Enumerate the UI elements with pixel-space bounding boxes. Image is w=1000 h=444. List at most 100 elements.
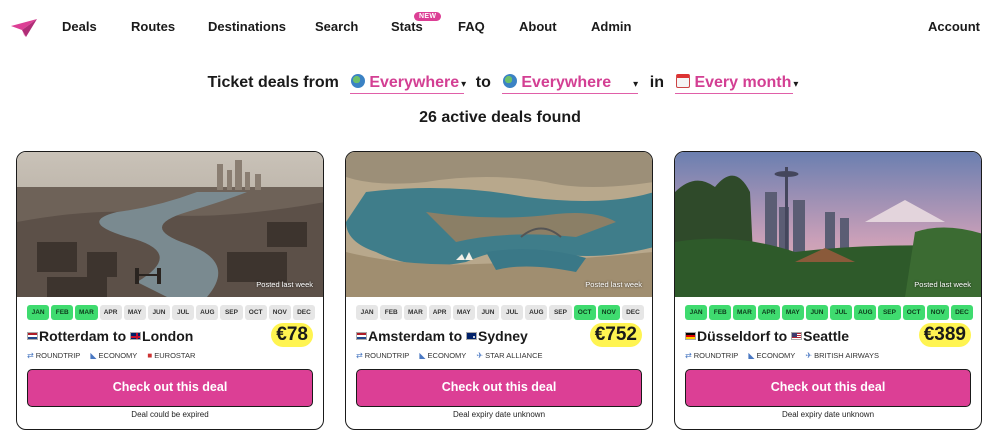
tag-roundtrip: ⇄ ROUNDTRIP <box>356 351 410 360</box>
filter-to-label: to <box>475 74 491 91</box>
deal-tags: ⇄ ROUNDTRIP ◣ ECONOMY ✈ STAR ALLIANCE <box>356 351 551 360</box>
month-chip-mar: MAR <box>733 305 756 320</box>
posted-label: Posted last week <box>914 280 971 289</box>
month-chip-feb: FEB <box>380 305 403 320</box>
month-chip-oct: OCT <box>573 305 596 320</box>
tag-class: ◣ ECONOMY <box>748 351 796 360</box>
month-chip-apr: APR <box>428 305 451 320</box>
nav-faq[interactable]: FAQ <box>458 19 485 34</box>
deal-filter: Ticket deals from Everywhere ▾ to Everywh… <box>0 74 1000 94</box>
month-chip-aug: AUG <box>525 305 548 320</box>
nav-about[interactable]: About <box>519 19 557 34</box>
route-title[interactable]: Düsseldorf to Seattle <box>685 328 849 344</box>
check-deal-button[interactable]: Check out this deal <box>685 369 971 407</box>
expiry-note: Deal expiry date unknown <box>781 410 875 419</box>
flag-netherlands-icon <box>27 332 38 340</box>
chevron-down-icon: ▾ <box>461 79 467 90</box>
calendar-icon <box>676 74 691 88</box>
month-chip-jun: JUN <box>476 305 500 320</box>
posted-label: Posted last week <box>256 280 313 289</box>
destination-photo-seattle: Posted last week <box>675 152 981 297</box>
tag-carrier: ■ EUROSTAR <box>147 351 196 360</box>
price-tag: €752 <box>589 323 642 347</box>
month-value: Every month <box>694 74 792 91</box>
month-chip-sep: SEP <box>878 305 901 320</box>
paper-plane-logo-icon[interactable] <box>10 18 38 38</box>
month-availability: JAN FEB MAR APR MAY JUN JUL AUG SEP OCT NOV DEC <box>356 305 645 320</box>
nav-routes[interactable]: Routes <box>131 19 175 34</box>
from-city: Düsseldorf <box>697 328 771 344</box>
month-chip-feb: FEB <box>51 305 74 320</box>
nav-deals[interactable]: Deals <box>62 19 97 34</box>
month-chip-mar: MAR <box>75 305 98 320</box>
train-icon: ■ <box>147 351 153 360</box>
globe-icon <box>351 74 366 88</box>
month-chip-dec: DEC <box>292 305 316 320</box>
roundtrip-icon: ⇄ <box>27 351 34 360</box>
flag-germany-icon <box>685 332 696 340</box>
route-title[interactable]: Rotterdam to London <box>27 328 193 344</box>
month-chip-jun: JUN <box>147 305 171 320</box>
expiry-note: Deal expiry date unknown <box>452 410 546 419</box>
tag-class: ◣ ECONOMY <box>419 351 467 360</box>
filter-prefix: Ticket deals from <box>207 74 339 91</box>
month-chip-sep: SEP <box>220 305 243 320</box>
results-count: 26 active deals found <box>419 109 581 126</box>
month-chip-nov: NOV <box>926 305 949 320</box>
month-chip-may: MAY <box>123 305 146 320</box>
nav-destinations[interactable]: Destinations <box>208 19 286 34</box>
deal-card[interactable]: Posted last week JAN FEB MAR APR MAY JUN JUL AU… <box>674 151 982 430</box>
month-chip-nov: NOV <box>268 305 291 320</box>
tag-carrier: ✈ BRITISH AIRWAYS <box>805 351 879 360</box>
plane-icon: ✈ <box>805 351 813 360</box>
route-to-word: to <box>112 328 127 344</box>
roundtrip-icon: ⇄ <box>685 351 692 360</box>
roundtrip-icon: ⇄ <box>356 351 363 360</box>
posted-label: Posted last week <box>585 280 642 289</box>
month-availability: JAN FEB MAR APR MAY JUN JUL AUG SEP OCT NOV DEC <box>27 305 316 320</box>
price-tag: €389 <box>918 323 971 347</box>
nav-stats[interactable]: Stats <box>391 19 423 34</box>
month-chip-sep: SEP <box>549 305 572 320</box>
from-dropdown[interactable]: Everywhere ▾ <box>350 74 467 94</box>
deal-card[interactable]: Posted last week JAN FEB MAR APR MAY JUN JUL AU… <box>345 151 653 430</box>
nav-admin[interactable]: Admin <box>591 19 631 34</box>
to-dropdown[interactable]: Everywhere ▾ <box>502 74 639 94</box>
nav-account[interactable]: Account <box>928 19 980 34</box>
month-chip-jan: JAN <box>356 305 379 320</box>
tag-carrier: ✈ STAR ALLIANCE <box>476 351 543 360</box>
month-dropdown[interactable]: Every month ▾ <box>675 74 798 94</box>
to-city: London <box>142 328 194 344</box>
deal-card[interactable]: Posted last week JAN FEB MAR APR MAY JUN JUL AU… <box>16 151 324 430</box>
nav-search[interactable]: Search <box>315 19 358 34</box>
tag-roundtrip: ⇄ ROUNDTRIP <box>685 351 739 360</box>
month-chip-dec: DEC <box>621 305 645 320</box>
month-chip-jan: JAN <box>685 305 708 320</box>
month-chip-apr: APR <box>99 305 122 320</box>
check-deal-button[interactable]: Check out this deal <box>27 369 313 407</box>
month-chip-aug: AUG <box>854 305 877 320</box>
seat-icon: ◣ <box>90 351 97 360</box>
month-chip-may: MAY <box>781 305 804 320</box>
tag-roundtrip: ⇄ ROUNDTRIP <box>27 351 81 360</box>
month-chip-aug: AUG <box>196 305 219 320</box>
destination-photo-london: Posted last week <box>17 152 323 297</box>
flag-uk-icon <box>130 332 142 340</box>
month-availability: JAN FEB MAR APR MAY JUN JUL AUG SEP OCT NOV DEC <box>685 305 974 320</box>
flag-usa-icon <box>791 332 803 340</box>
price-tag: €78 <box>271 323 313 347</box>
month-chip-jul: JUL <box>830 305 853 320</box>
month-chip-jan: JAN <box>27 305 50 320</box>
deal-tags: ⇄ ROUNDTRIP ◣ ECONOMY ■ EUROSTAR <box>27 351 203 360</box>
route-title[interactable]: Amsterdam to Sydney <box>356 328 528 344</box>
filter-in-label: in <box>649 74 664 91</box>
month-chip-jun: JUN <box>805 305 829 320</box>
month-chip-jul: JUL <box>501 305 524 320</box>
route-to-word: to <box>774 328 788 344</box>
check-deal-button[interactable]: Check out this deal <box>356 369 642 407</box>
expiry-note: Deal could be expired <box>131 410 209 419</box>
tag-class: ◣ ECONOMY <box>90 351 138 360</box>
from-value: Everywhere <box>369 74 460 91</box>
seat-icon: ◣ <box>419 351 426 360</box>
month-chip-jul: JUL <box>172 305 195 320</box>
